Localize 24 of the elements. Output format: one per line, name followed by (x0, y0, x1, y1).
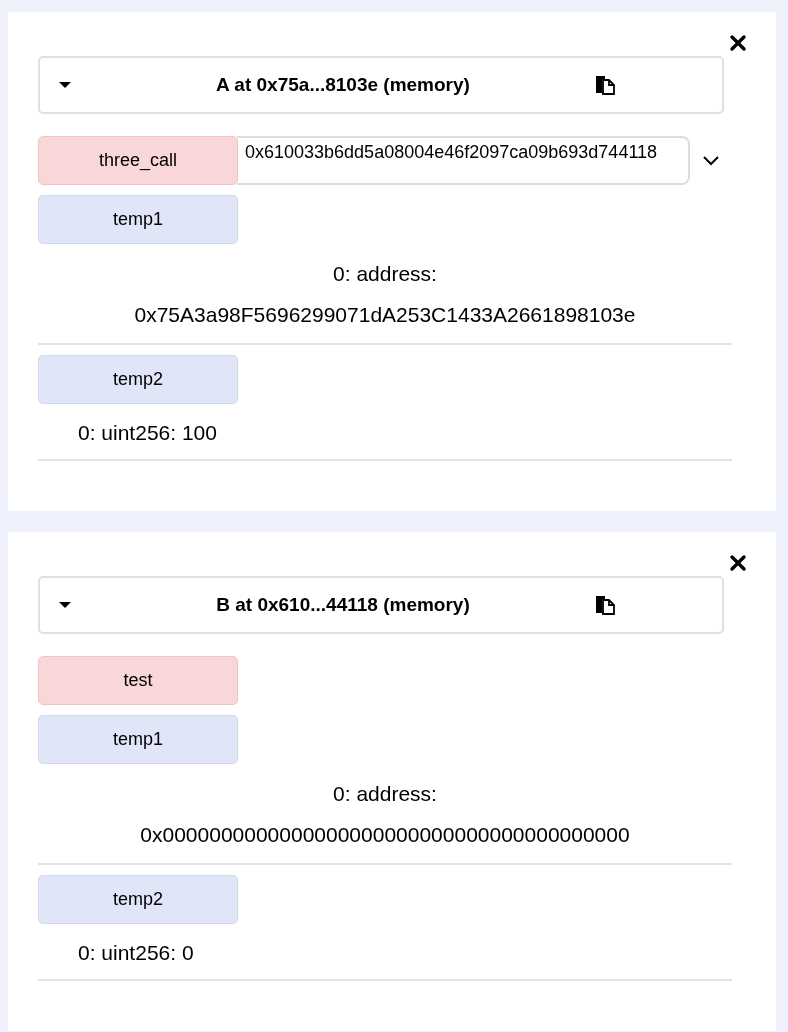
caret-icon[interactable] (58, 81, 72, 89)
chevron-down-icon[interactable] (702, 154, 720, 167)
instance-header[interactable]: B at 0x610...44118 (memory) (38, 576, 724, 634)
output-text: 0: address: (332, 262, 438, 286)
instance-title: A at 0x75a...8103e (memory) (215, 74, 471, 96)
caret-icon[interactable] (58, 601, 72, 609)
output-text: 0: address: (332, 782, 438, 806)
close-icon[interactable] (729, 34, 747, 52)
output-text: 0: uint256: 0 (78, 941, 195, 965)
copy-icon[interactable] (594, 74, 616, 96)
function-button[interactable]: temp2 (38, 355, 238, 404)
close-icon[interactable] (729, 554, 747, 572)
argument-field[interactable]: 0x610033b6dd5a08004e46f2097ca09b693d744118 (237, 136, 690, 185)
instance-header[interactable]: A at 0x75a...8103e (memory) (38, 56, 724, 114)
output-text: 0: uint256: 100 (78, 421, 218, 445)
instance-title: B at 0x610...44118 (memory) (215, 594, 471, 616)
function-button[interactable]: temp1 (38, 715, 238, 764)
function-button[interactable]: test (38, 656, 238, 705)
function-button[interactable]: temp2 (38, 875, 238, 924)
output-text: 0x0000000000000000000000000000000000000000 (139, 823, 631, 847)
function-button[interactable]: three_call (38, 136, 238, 185)
function-button[interactable]: temp1 (38, 195, 238, 244)
copy-icon[interactable] (594, 594, 616, 616)
output-text: 0x75A3a98F5696299071dA253C1433A2661898103e (133, 303, 637, 327)
